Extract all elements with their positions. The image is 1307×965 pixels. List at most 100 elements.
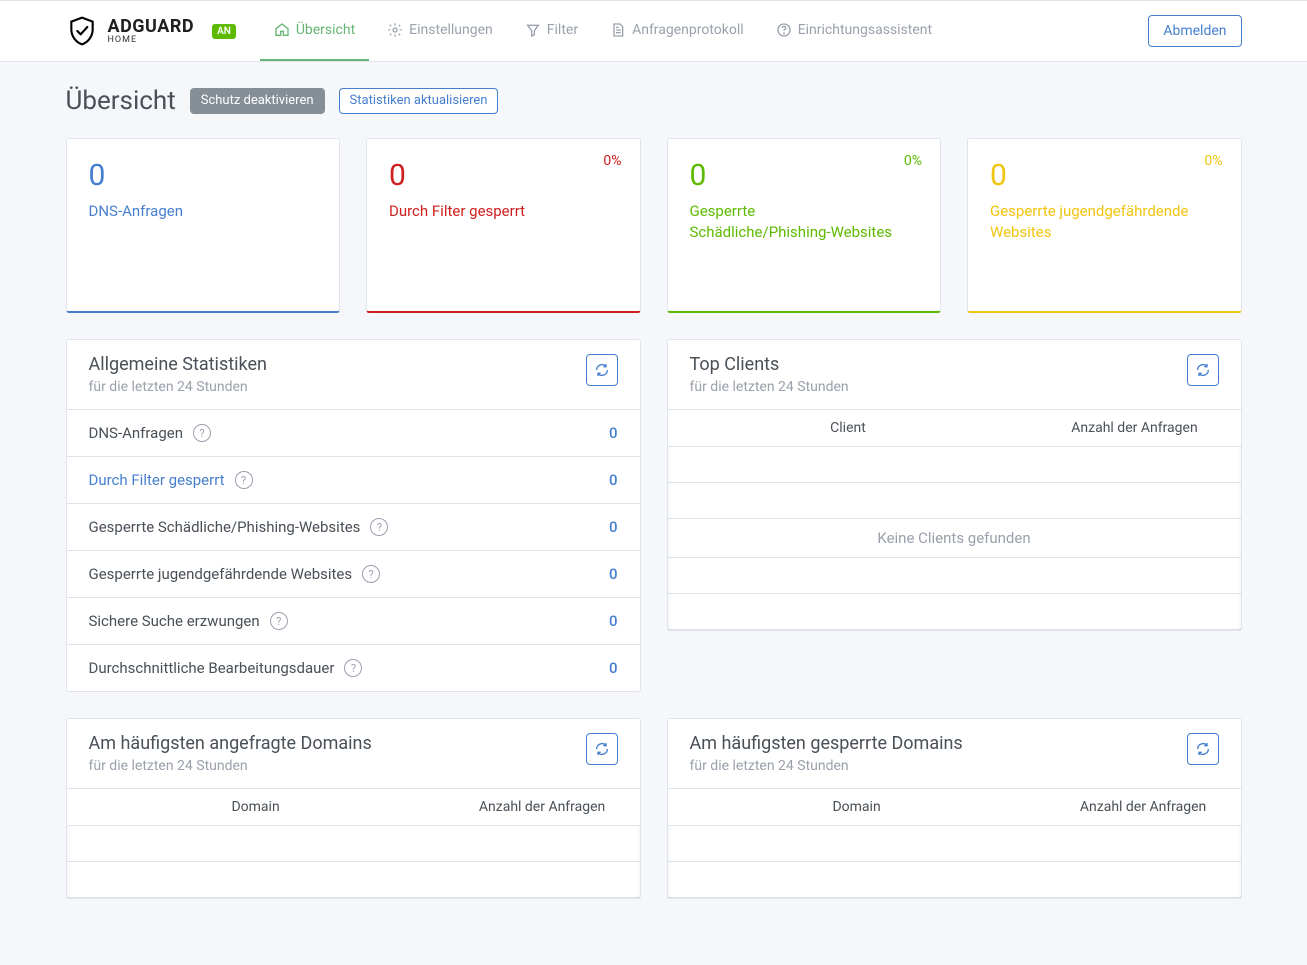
general-stats-refresh-button[interactable] <box>586 354 618 386</box>
refresh-stats-button[interactable]: Statistiken aktualisieren <box>339 88 499 114</box>
stats-row-adult: Gesperrte jugendgefährdende Websites? 0 <box>67 551 640 598</box>
stat-adult-value: 0 <box>990 161 1219 191</box>
brand-main: ADGUARD <box>108 18 195 36</box>
top-blocked-table: Domain Anzahl der Anfragen <box>668 789 1241 898</box>
stats-row-avgtime: Durchschnittliche Bearbeitungsdauer? 0 <box>67 645 640 691</box>
col-count: Anzahl der Anfragen <box>445 789 640 826</box>
help-icon[interactable]: ? <box>344 659 362 677</box>
table-row <box>67 826 640 862</box>
nav-settings-label: Einstellungen <box>409 22 493 38</box>
col-domain: Domain <box>67 789 445 826</box>
nav-setup-label: Einrichtungsassistent <box>798 22 932 38</box>
top-clients-empty: Keine Clients gefunden <box>668 519 1241 558</box>
top-clients-title: Top Clients <box>690 354 849 375</box>
general-stats-list: DNS-Anfragen? 0 Durch Filter gesperrt? 0… <box>67 410 640 691</box>
stats-row-malware-label: Gesperrte Schädliche/Phishing-Websites <box>89 518 361 536</box>
stat-card-blocked[interactable]: 0% 0 Durch Filter gesperrt <box>366 138 641 313</box>
filter-icon <box>525 22 541 38</box>
stats-row-avgtime-label: Durchschnittliche Bearbeitungsdauer <box>89 659 335 677</box>
nav-filters-label: Filter <box>547 22 578 38</box>
stats-row-dns-value: 0 <box>609 424 618 442</box>
stats-row-safesearch-label: Sichere Suche erzwungen <box>89 612 260 630</box>
col-count: Anzahl der Anfragen <box>1028 410 1240 447</box>
table-row <box>668 862 1241 898</box>
stats-row-avgtime-value: 0 <box>609 659 618 677</box>
brand-logo[interactable]: ADGUARD HOME AN <box>66 15 236 47</box>
stat-card-dns[interactable]: 0 DNS-Anfragen <box>66 138 341 313</box>
stat-blocked-value: 0 <box>389 161 618 191</box>
stat-malware-pct: 0% <box>904 153 922 169</box>
nav-querylog-label: Anfragenprotokoll <box>632 22 744 38</box>
stats-row-safesearch: Sichere Suche erzwungen? 0 <box>67 598 640 645</box>
nav-dashboard-label: Übersicht <box>296 22 355 38</box>
top-blocked-title: Am häufigsten gesperrte Domains <box>690 733 963 754</box>
stats-row-dns-label: DNS-Anfragen <box>89 424 184 442</box>
stats-row-blocked-label[interactable]: Durch Filter gesperrt <box>89 471 225 489</box>
nav-setup[interactable]: Einrichtungsassistent <box>762 1 946 61</box>
stat-blocked-label: Durch Filter gesperrt <box>389 201 595 222</box>
top-queried-subtitle: für die letzten 24 Stunden <box>89 758 372 774</box>
top-clients-table: Client Anzahl der Anfragen Keine Clients… <box>668 410 1241 630</box>
table-row <box>668 558 1241 594</box>
nav-dashboard[interactable]: Übersicht <box>260 1 369 61</box>
table-row <box>67 862 640 898</box>
stat-card-adult[interactable]: 0% 0 Gesperrte jugendgefährdende Website… <box>967 138 1242 313</box>
general-stats-subtitle: für die letzten 24 Stunden <box>89 379 267 395</box>
nav-querylog[interactable]: Anfragenprotokoll <box>596 1 758 61</box>
refresh-icon <box>1195 362 1211 378</box>
top-clients-subtitle: für die letzten 24 Stunden <box>690 379 849 395</box>
shield-check-icon <box>66 15 98 47</box>
table-row <box>668 483 1241 519</box>
stats-row-adult-value: 0 <box>609 565 618 583</box>
help-icon[interactable]: ? <box>235 471 253 489</box>
top-queried-panel: Am häufigsten angefragte Domains für die… <box>66 718 641 899</box>
protection-status-badge: AN <box>212 24 236 39</box>
stat-malware-value: 0 <box>690 161 919 191</box>
logout-button[interactable]: Abmelden <box>1148 15 1241 48</box>
stats-row-malware-value: 0 <box>609 518 618 536</box>
table-row <box>668 447 1241 483</box>
general-stats-title: Allgemeine Statistiken <box>89 354 267 375</box>
top-queried-refresh-button[interactable] <box>586 733 618 765</box>
page-title: Übersicht <box>66 86 176 116</box>
file-text-icon <box>610 22 626 38</box>
col-domain: Domain <box>668 789 1046 826</box>
general-stats-panel: Allgemeine Statistiken für die letzten 2… <box>66 339 641 692</box>
stats-row-malware: Gesperrte Schädliche/Phishing-Websites? … <box>67 504 640 551</box>
help-circle-icon <box>776 22 792 38</box>
stat-card-malware[interactable]: 0% 0 Gesperrte Schädliche/Phishing-Websi… <box>667 138 942 313</box>
col-count: Anzahl der Anfragen <box>1046 789 1241 826</box>
stats-row-adult-label: Gesperrte jugendgefährdende Websites <box>89 565 353 583</box>
refresh-icon <box>594 362 610 378</box>
top-header: ADGUARD HOME AN Übersicht Einstellungen … <box>0 0 1307 62</box>
top-clients-panel: Top Clients für die letzten 24 Stunden C… <box>667 339 1242 631</box>
stats-row-blocked: Durch Filter gesperrt? 0 <box>67 457 640 504</box>
help-icon[interactable]: ? <box>193 424 211 442</box>
stat-malware-label: Gesperrte Schädliche/Phishing-Websites <box>690 201 896 243</box>
top-blocked-subtitle: für die letzten 24 Stunden <box>690 758 963 774</box>
stats-row-safesearch-value: 0 <box>609 612 618 630</box>
col-client: Client <box>668 410 1029 447</box>
stat-dns-label: DNS-Anfragen <box>89 201 295 222</box>
disable-protection-button[interactable]: Schutz deaktivieren <box>190 88 325 114</box>
stats-row-dns: DNS-Anfragen? 0 <box>67 410 640 457</box>
stat-cards-row: 0 DNS-Anfragen 0% 0 Durch Filter gesperr… <box>66 138 1242 313</box>
top-blocked-refresh-button[interactable] <box>1187 733 1219 765</box>
page-header: Übersicht Schutz deaktivieren Statistike… <box>66 86 1242 116</box>
main-nav: Übersicht Einstellungen Filter Anfragenp… <box>260 1 946 61</box>
table-row <box>668 594 1241 630</box>
stat-adult-pct: 0% <box>1204 153 1222 169</box>
help-icon[interactable]: ? <box>270 612 288 630</box>
refresh-icon <box>594 741 610 757</box>
stat-adult-label: Gesperrte jugendgefährdende Websites <box>990 201 1196 243</box>
stat-blocked-pct: 0% <box>603 153 621 169</box>
top-queried-title: Am häufigsten angefragte Domains <box>89 733 372 754</box>
top-clients-empty-text: Keine Clients gefunden <box>668 519 1241 558</box>
nav-filters[interactable]: Filter <box>511 1 592 61</box>
nav-settings[interactable]: Einstellungen <box>373 1 507 61</box>
help-icon[interactable]: ? <box>362 565 380 583</box>
brand-sub: HOME <box>108 36 195 45</box>
gear-icon <box>387 22 403 38</box>
help-icon[interactable]: ? <box>370 518 388 536</box>
top-clients-refresh-button[interactable] <box>1187 354 1219 386</box>
